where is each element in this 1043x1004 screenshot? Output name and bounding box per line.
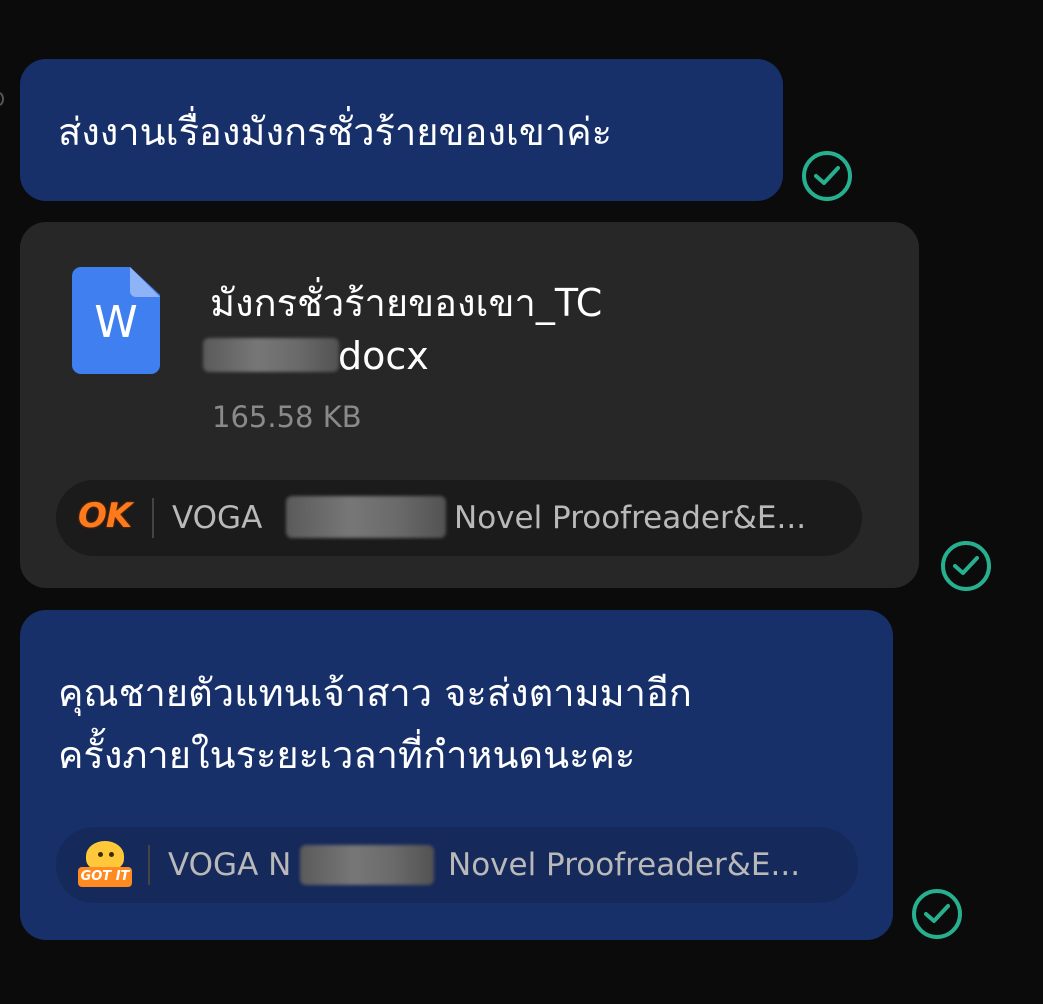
reply-sender-prefix: VOGA — [172, 500, 263, 536]
reply-preview[interactable]: OK VOGA Novel Proofreader&E... — [56, 480, 862, 556]
message-text: ส่งงานเรื่องมังกรชั่วร้ายของเขาค่ะ — [58, 110, 613, 154]
file-name[interactable]: มังกรชั่วร้ายของเขา_TC — [210, 274, 602, 332]
reply-divider — [148, 845, 150, 885]
message-line-2: ครั้งภายในระยะเวลาที่กำหนดนะคะ — [58, 733, 636, 777]
redacted-blur — [300, 845, 434, 885]
ok-sticker: OK — [78, 496, 132, 536]
reply-sender-prefix: VOGA N — [168, 847, 292, 883]
reply-divider — [152, 498, 154, 538]
redacted-blur — [286, 496, 446, 538]
document-fold — [130, 267, 160, 297]
read-check-icon — [802, 151, 852, 201]
reply-sender-title: Novel Proofreader&E... — [448, 847, 801, 883]
read-check-icon — [912, 889, 962, 939]
avatar-edge — [0, 92, 4, 106]
file-message-bubble[interactable]: W มังกรชั่วร้ายของเขา_TC docx 165.58 KB … — [20, 222, 919, 588]
document-letter: W — [94, 297, 138, 348]
message-text: คุณชายตัวแทนเจ้าสาว จะส่งตามมาอีก ครั้งภ… — [58, 662, 692, 786]
reply-sender-title: Novel Proofreader&E... — [454, 500, 807, 536]
reply-preview[interactable]: GOT IT VOGA N Novel Proofreader&E... — [56, 827, 858, 903]
redacted-blur — [203, 338, 339, 372]
file-size: 165.58 KB — [212, 400, 362, 434]
read-check-icon — [941, 541, 991, 591]
message-bubble-3[interactable]: คุณชายตัวแทนเจ้าสาว จะส่งตามมาอีก ครั้งภ… — [20, 610, 893, 940]
got-it-sticker: GOT IT — [78, 841, 134, 889]
got-it-label: GOT IT — [78, 867, 132, 887]
file-extension: docx — [338, 334, 429, 378]
message-line-1: คุณชายตัวแทนเจ้าสาว จะส่งตามมาอีก — [58, 671, 692, 715]
message-bubble-1[interactable]: ส่งงานเรื่องมังกรชั่วร้ายของเขาค่ะ — [20, 59, 783, 201]
